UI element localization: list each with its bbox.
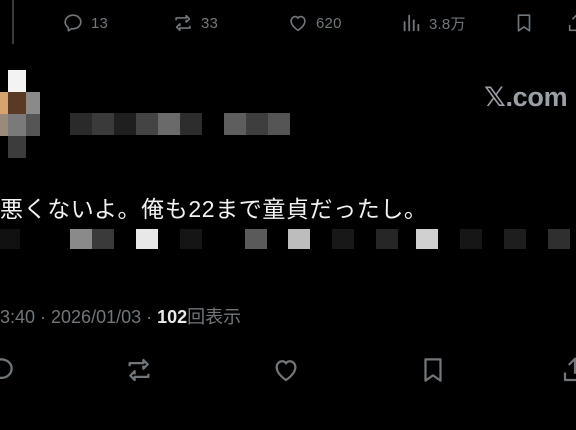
- repost-button[interactable]: [124, 355, 154, 385]
- reply-count: 13: [91, 14, 109, 32]
- like-button[interactable]: [271, 355, 301, 385]
- tweet-meta: 3:40 · 2026/01/03 · 102回表示: [0, 303, 241, 329]
- repost-icon: [175, 14, 191, 32]
- views-count: 3.8万: [429, 15, 466, 33]
- bookmark-icon: [517, 14, 531, 32]
- like-icon: [275, 360, 297, 382]
- like-action[interactable]: 620: [287, 12, 342, 34]
- tweet-views-count: 102: [157, 307, 188, 327]
- repost-icon: [128, 358, 150, 382]
- reply-icon: [0, 358, 13, 379]
- tweet-timestamp[interactable]: 3:40 · 2026/01/03 ·: [0, 307, 157, 327]
- avatar[interactable]: [0, 70, 40, 160]
- views-icon: [403, 14, 420, 32]
- tweet-text: 悪くないよ。俺も22まで童貞だったし。: [0, 196, 428, 222]
- like-count: 620: [316, 14, 342, 32]
- tweet-text-redacted: [0, 229, 576, 249]
- bookmark-action[interactable]: [513, 12, 535, 34]
- share-icon: [568, 14, 576, 32]
- bookmark-icon: [424, 358, 442, 382]
- reply-icon: [64, 14, 82, 32]
- thread-connector-line: [12, 0, 14, 44]
- share-button[interactable]: [560, 355, 576, 385]
- reply-button[interactable]: [0, 355, 16, 385]
- views-action[interactable]: 3.8万: [400, 12, 466, 34]
- like-icon: [290, 15, 306, 32]
- share-action[interactable]: [566, 12, 576, 34]
- reply-action[interactable]: 13: [62, 12, 108, 34]
- x-watermark: 𝕏.com: [484, 82, 568, 112]
- repost-action[interactable]: 33: [172, 12, 218, 34]
- bookmark-button[interactable]: [418, 355, 448, 385]
- username-redacted[interactable]: [70, 113, 290, 135]
- share-icon: [563, 357, 576, 382]
- repost-count: 33: [201, 14, 219, 32]
- tweet-views-label: 回表示: [187, 307, 242, 327]
